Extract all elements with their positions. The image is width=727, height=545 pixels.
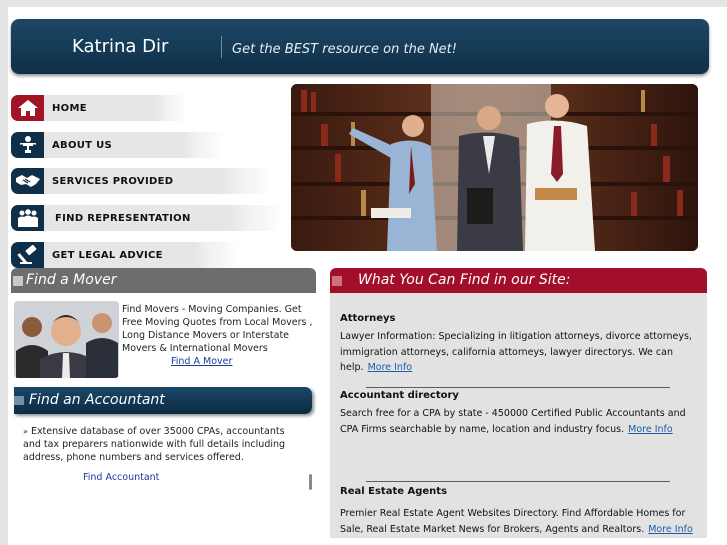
nav-label-services-provided: SERVICES PROVIDED: [52, 175, 174, 187]
person-at-desk-icon: [11, 132, 44, 158]
find-a-mover-link[interactable]: Find A Mover: [171, 356, 232, 367]
site-features-title: What You Can Find in our Site:: [358, 272, 571, 288]
nav-label-about-us: ABOUT US: [52, 139, 113, 151]
section-title-attorneys: Attorneys: [340, 313, 396, 324]
nav-item-get-legal-advice[interactable]: GET LEGAL ADVICE: [11, 242, 237, 268]
section-body-real-estate-agents: Premier Real Estate Agent Websites Direc…: [340, 506, 698, 537]
header-divider: [221, 36, 222, 58]
header-marker-icon: [332, 276, 342, 286]
section-title-real-estate-agents: Real Estate Agents: [340, 486, 448, 497]
hero-image: [291, 84, 698, 251]
section-text: Premier Real Estate Agent Websites Direc…: [340, 508, 686, 535]
nav-label-find-representation: FIND REPRESENTATION: [55, 212, 191, 224]
site-brand[interactable]: Katrina Dir: [72, 36, 168, 57]
section-divider: [366, 481, 670, 482]
site-header: Katrina Dir Get the BEST resource on the…: [11, 19, 709, 74]
find-accountant-link[interactable]: Find Accountant: [83, 472, 159, 483]
accountant-description-text: Extensive database of over 35000 CPAs, a…: [23, 426, 286, 463]
bullet-icon: »: [23, 427, 28, 436]
nav-item-home[interactable]: HOME: [11, 95, 187, 121]
site-tagline: Get the BEST resource on the Net!: [232, 42, 457, 57]
find-mover-title: Find a Mover: [26, 272, 117, 288]
section-title-accountant-directory: Accountant directory: [340, 390, 459, 401]
header-marker-icon: [14, 396, 24, 405]
nav-label-home: HOME: [52, 102, 87, 114]
nav-item-services-provided[interactable]: SERVICES PROVIDED: [11, 168, 272, 194]
more-info-link-attorneys[interactable]: More Info: [368, 362, 413, 373]
nav-item-about-us[interactable]: ABOUT US: [11, 132, 223, 158]
nav-item-find-representation[interactable]: FIND REPRESENTATION: [11, 205, 282, 231]
header-marker-icon: [13, 276, 23, 286]
more-info-link-real-estate-agents[interactable]: More Info: [648, 524, 693, 535]
more-info-link-accountant-directory[interactable]: More Info: [628, 424, 673, 435]
find-mover-header: Find a Mover: [11, 268, 316, 293]
mover-description: Find Movers - Moving Companies. Get Free…: [122, 304, 313, 354]
house-icon: [11, 95, 44, 121]
handshake-icon: [11, 168, 44, 194]
scroll-handle[interactable]: [309, 474, 312, 490]
section-body-accountant-directory: Search free for a CPA by state - 450000 …: [340, 406, 698, 437]
find-accountant-title: Find an Accountant: [29, 392, 165, 408]
section-body-attorneys: Lawyer Information: Specializing in liti…: [340, 329, 698, 376]
site-features-header: What You Can Find in our Site:: [330, 268, 707, 293]
accountant-description: » Extensive database of over 35000 CPAs,…: [23, 425, 301, 464]
find-accountant-header: Find an Accountant: [14, 387, 312, 414]
nav-label-get-legal-advice: GET LEGAL ADVICE: [52, 249, 163, 261]
group-icon: [11, 205, 44, 231]
mover-photo: [14, 301, 119, 378]
section-divider: [366, 387, 670, 388]
gavel-icon: [11, 242, 44, 268]
